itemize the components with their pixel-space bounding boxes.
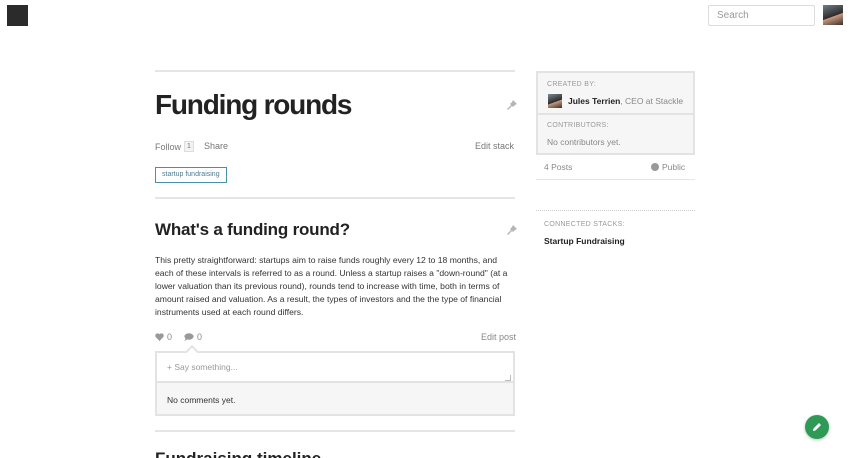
contributors-label: CONTRIBUTORS: (547, 122, 609, 129)
card-divider (538, 113, 693, 115)
user-avatar[interactable] (823, 5, 843, 25)
connected-stack-link[interactable]: Startup Fundraising (544, 236, 625, 246)
sidebar-dotted-divider (536, 210, 695, 211)
created-by-label: CREATED BY: (547, 81, 597, 88)
follow-label: Follow (155, 141, 182, 152)
divider (155, 430, 515, 432)
posts-count: 4 Posts (544, 162, 573, 172)
pencil-icon (813, 423, 821, 431)
pin-icon[interactable] (507, 225, 517, 235)
post-title: What's a funding round? (155, 220, 350, 239)
connected-stacks-label: CONNECTED STACKS: (544, 221, 625, 228)
pin-icon[interactable] (507, 100, 517, 110)
edit-stack-button[interactable]: Edit stack (475, 141, 514, 151)
comment-panel: No comments yet. (155, 344, 515, 416)
share-button[interactable]: Share (204, 141, 228, 151)
no-contributors-text: No contributors yet. (547, 137, 621, 147)
like-count: 0 (167, 332, 173, 342)
follow-button[interactable]: Follow 1 (155, 141, 194, 152)
resize-handle[interactable] (505, 375, 511, 381)
logo-icon[interactable] (7, 5, 28, 26)
heart-icon (155, 333, 164, 341)
globe-icon (651, 163, 659, 171)
compose-button[interactable] (805, 415, 829, 439)
comment-icon (184, 333, 194, 341)
divider (155, 197, 515, 199)
creator-avatar[interactable] (548, 94, 562, 108)
creator-name: Jules Terrien (568, 96, 621, 106)
post-body: This pretty straightforward: startups ai… (155, 255, 508, 317)
no-comments-text: No comments yet. (167, 395, 236, 405)
stack-info-card: CREATED BY: Jules Terrien, CEO at Stackl… (536, 71, 695, 155)
sidebar-divider (536, 179, 695, 180)
follow-count: 1 (184, 141, 194, 152)
visibility-status: Public (651, 162, 685, 172)
stack-title: Funding rounds (155, 89, 352, 120)
search-input[interactable] (708, 5, 815, 26)
tag-startup-fundraising[interactable]: startup fundraising (155, 167, 227, 183)
comment-count: 0 (197, 332, 203, 342)
creator-info[interactable]: Jules Terrien, CEO at Stackle (568, 96, 683, 106)
next-post-title: Fundraising timeline (155, 448, 321, 458)
visibility-label: Public (662, 162, 686, 172)
comment-input[interactable] (157, 353, 513, 383)
divider (155, 70, 515, 72)
comment-button[interactable]: 0 (184, 332, 202, 342)
like-button[interactable]: 0 (155, 332, 172, 342)
creator-role: , CEO at Stackle (620, 96, 684, 106)
edit-post-button[interactable]: Edit post (481, 332, 516, 342)
